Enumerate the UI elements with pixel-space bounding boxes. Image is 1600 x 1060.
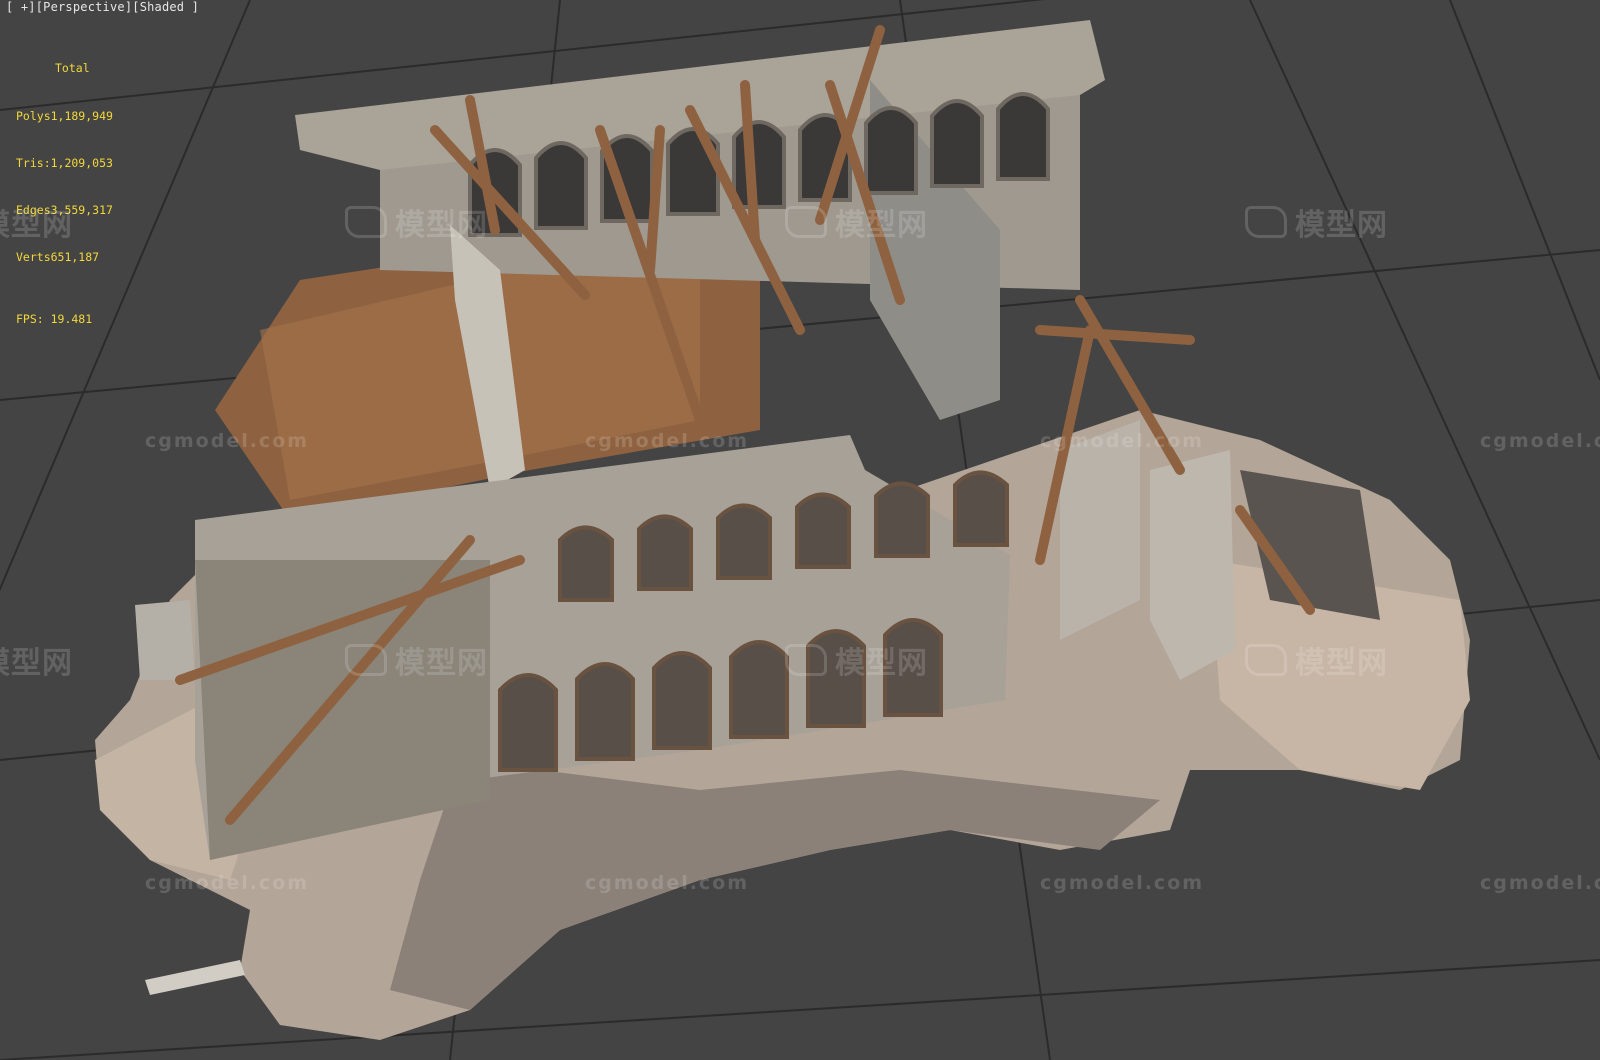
watermark-brand: 模型网: [1245, 200, 1388, 244]
watermark-brand: 模型网: [0, 208, 73, 243]
watermark-site: cgmodel.com: [145, 872, 310, 894]
wooden-beam: [1035, 325, 1195, 345]
arched-window: [795, 492, 851, 569]
slab-left: [135, 600, 195, 680]
arched-window: [996, 92, 1050, 181]
arched-window: [864, 106, 918, 195]
scene-render: [0, 0, 1600, 1060]
corner-pillar: [1150, 450, 1235, 680]
stats-tris: Tris:1,209,053: [16, 155, 113, 170]
watermark-brand: 模型网: [785, 200, 928, 244]
grid-line: [1449, 0, 1600, 381]
arched-window: [558, 525, 614, 602]
arched-window: [953, 470, 1009, 547]
watermark-logo-icon: [345, 206, 387, 238]
statistics-overlay: Total Polys1,189,949 Tris:1,209,053 Edge…: [16, 30, 113, 359]
label-sep-1: ][: [28, 0, 44, 14]
broken-column: [145, 960, 245, 995]
label-sep-2: ][: [124, 0, 140, 14]
watermark-brand: 模型网: [345, 638, 488, 682]
watermark-site: cgmodel.com: [1040, 430, 1205, 452]
watermark-logo-icon: [785, 644, 827, 676]
watermark-brand: 模型网: [345, 200, 488, 244]
viewport-label: [ +][Perspective][Shaded ]: [6, 0, 199, 14]
stats-verts: Verts651,187: [16, 249, 100, 264]
arched-window: [930, 99, 984, 188]
watermark-logo-icon: [1245, 206, 1287, 238]
arched-window: [716, 503, 772, 580]
arched-window: [652, 651, 712, 750]
watermark-site: cgmodel.com: [145, 430, 310, 452]
label-close-bracket: ]: [184, 0, 200, 14]
stats-title: Total: [55, 61, 90, 76]
watermark-site: cgmodel.com: [1480, 430, 1600, 452]
watermark-site: cgmodel.com: [585, 430, 750, 452]
watermark-logo-icon: [345, 644, 387, 676]
watermark-site: cgmodel.com: [1480, 872, 1600, 894]
viewport-shading-menu[interactable]: Shaded: [140, 0, 185, 14]
stats-polys: Polys1,189,949: [16, 108, 113, 123]
arched-window: [732, 120, 786, 209]
watermark-brand: 模型网: [0, 646, 73, 681]
label-open-bracket: [: [6, 0, 21, 14]
3d-viewport[interactable]: [ +][Perspective][Shaded ] Total Polys1,…: [0, 0, 1600, 1060]
watermark-brand: 模型网: [1245, 638, 1388, 682]
arched-window: [498, 673, 558, 772]
arched-window: [575, 662, 635, 761]
watermark-site: cgmodel.com: [1040, 872, 1205, 894]
watermark-logo-icon: [785, 206, 827, 238]
viewport-view-menu[interactable]: Perspective: [43, 0, 125, 14]
arched-window: [534, 141, 588, 230]
arched-window: [637, 514, 693, 591]
arched-window: [874, 481, 930, 558]
watermark-logo-icon: [1245, 644, 1287, 676]
stats-fps: FPS: 19.481: [16, 311, 93, 326]
watermark-brand: 模型网: [785, 638, 928, 682]
arched-window: [729, 640, 789, 739]
watermark-site: cgmodel.com: [585, 872, 750, 894]
